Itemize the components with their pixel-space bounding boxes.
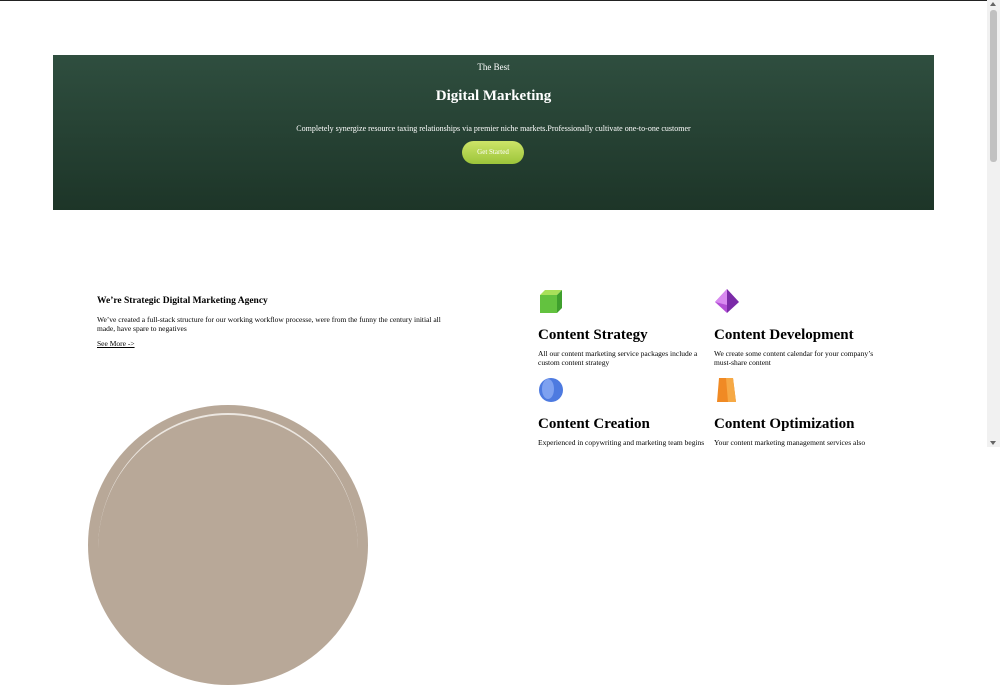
agency-description: We’ve created a full-stack structure for… — [97, 315, 441, 333]
green-cube-icon — [540, 290, 562, 313]
service-title: Content Development — [714, 327, 854, 343]
orange-cylinder-icon — [717, 378, 736, 402]
service-text: Experienced in copywriting and marketing… — [538, 438, 705, 447]
service-title: Content Optimization — [714, 416, 855, 432]
service-title: Content Strategy — [538, 327, 648, 343]
hero-description: Completely synergize resource taxing rel… — [296, 124, 691, 133]
window-top-border — [0, 0, 1000, 1]
agency-image — [88, 405, 368, 685]
see-more-link[interactable]: See More -> — [97, 339, 135, 348]
hero-banner: The Best Digital Marketing Completely sy… — [53, 55, 934, 210]
agency-intro: We’re Strategic Digital Marketing Agency… — [97, 296, 457, 351]
scroll-up-arrow-icon[interactable] — [990, 2, 996, 6]
service-card-content-creation: Content Creation Experienced in copywrit… — [538, 377, 716, 448]
agency-heading: We’re Strategic Digital Marketing Agency — [97, 296, 268, 306]
blue-sphere-icon — [539, 378, 563, 402]
service-card-content-optimization: Content Optimization Your content market… — [714, 377, 892, 448]
scroll-down-arrow-icon[interactable] — [990, 441, 996, 445]
hero-eyebrow: The Best — [477, 62, 510, 72]
service-text: We create some content calendar for your… — [714, 349, 874, 367]
service-text: Your content marketing management servic… — [714, 438, 866, 447]
get-started-button[interactable]: Get Started — [462, 141, 524, 164]
hero-title: Digital Marketing — [435, 88, 552, 104]
vertical-scrollbar[interactable] — [987, 0, 1000, 447]
service-text: All our content marketing service packag… — [538, 349, 698, 367]
service-card-content-strategy: Content Strategy All our content marketi… — [538, 288, 716, 367]
service-card-content-development: Content Development We create some conte… — [714, 288, 892, 367]
scrollbar-thumb[interactable] — [990, 10, 997, 162]
service-title: Content Creation — [538, 416, 650, 432]
purple-pyramid-icon — [715, 289, 739, 313]
